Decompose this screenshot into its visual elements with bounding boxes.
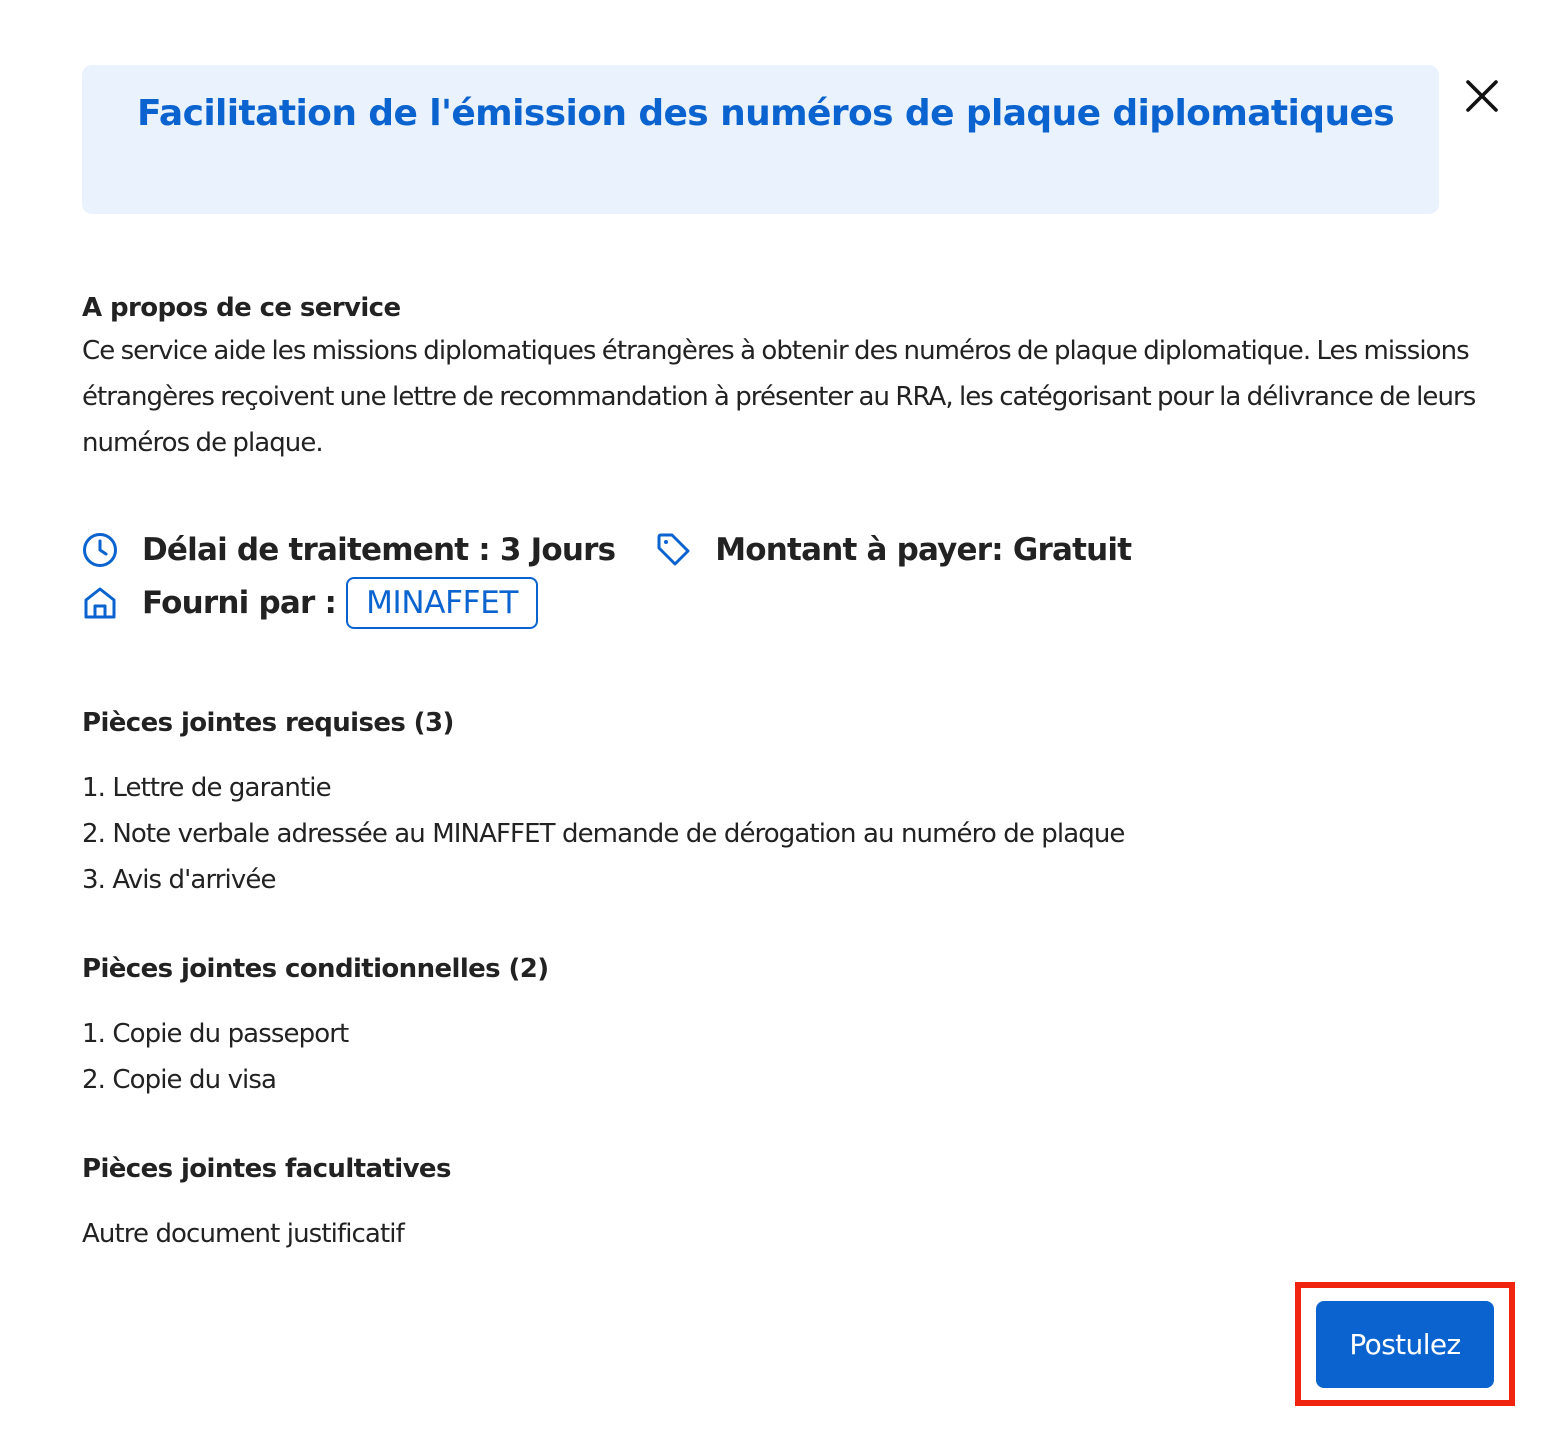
amount-to-pay: Montant à payer: Gratuit: [715, 532, 1132, 568]
required-attachments-list: 1. Lettre de garantie 2. Note verbale ad…: [82, 765, 1502, 903]
meta-row-time-amount: Délai de traitement : 3 Jours Montant à …: [82, 525, 1132, 575]
home-icon: [82, 585, 118, 621]
optional-attachments: Pièces jointes facultatives Autre docume…: [82, 1149, 1502, 1257]
meta-row-provider: Fourni par : MINAFFET: [82, 577, 1131, 629]
required-attachments: Pièces jointes requises (3) 1. Lettre de…: [82, 703, 1502, 903]
list-item: 1. Copie du passeport: [82, 1019, 349, 1049]
about-heading: A propos de ce service: [82, 293, 401, 323]
optional-attachments-text: Autre document justificatif: [82, 1219, 405, 1249]
conditional-attachments-heading: Pièces jointes conditionnelles (2): [82, 954, 549, 984]
close-button[interactable]: [1458, 72, 1506, 120]
tag-icon: [655, 532, 691, 568]
list-item: 1. Lettre de garantie: [82, 773, 332, 803]
about-section: A propos de ce service Ce service aide l…: [82, 288, 1502, 466]
conditional-attachments: Pièces jointes conditionnelles (2) 1. Co…: [82, 949, 1502, 1103]
close-icon: [1466, 80, 1498, 112]
dialog-title: Facilitation de l'émission des numéros d…: [137, 93, 1395, 134]
about-description: Ce service aide les missions diplomatiqu…: [82, 336, 1476, 458]
service-meta: Délai de traitement : 3 Jours Montant à …: [82, 525, 1132, 629]
provider-tag[interactable]: MINAFFET: [346, 577, 539, 629]
provided-by-label: Fourni par :: [142, 585, 337, 621]
required-attachments-heading: Pièces jointes requises (3): [82, 708, 454, 738]
list-item: 2. Copie du visa: [82, 1065, 277, 1095]
dialog-header: Facilitation de l'émission des numéros d…: [82, 65, 1439, 214]
apply-button[interactable]: Postulez: [1316, 1301, 1494, 1388]
processing-time: Délai de traitement : 3 Jours: [142, 532, 616, 568]
conditional-attachments-list: 1. Copie du passeport 2. Copie du visa: [82, 1011, 1502, 1103]
clock-icon: [82, 532, 118, 568]
optional-attachments-heading: Pièces jointes facultatives: [82, 1154, 451, 1184]
list-item: 3. Avis d'arrivée: [82, 865, 276, 895]
list-item: 2. Note verbale adressée au MINAFFET dem…: [82, 819, 1125, 849]
